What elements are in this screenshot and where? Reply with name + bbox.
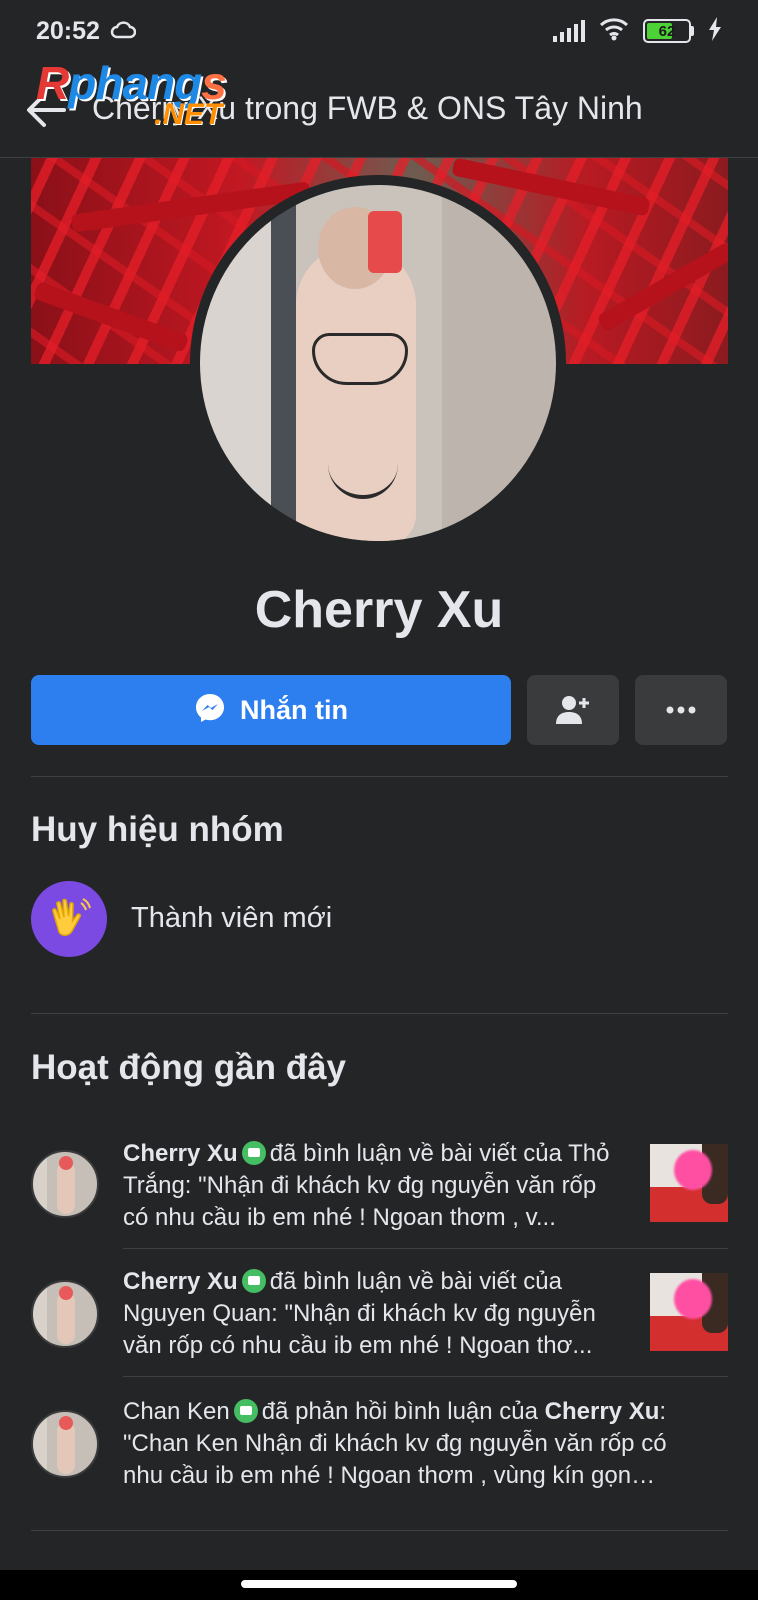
message-button[interactable]: Nhắn tin: [31, 675, 511, 745]
charging-icon: [708, 16, 722, 46]
activity-text: Cherry Xu đã bình luận về bài viết của Ng…: [123, 1266, 623, 1362]
battery-icon: 62: [643, 19, 694, 43]
activity-actor: Cherry Xu: [123, 1268, 238, 1295]
activity-section-title: Hoạt động gần đây: [31, 1048, 346, 1087]
post-thumbnail[interactable]: [650, 1273, 728, 1351]
post-thumbnail[interactable]: [650, 1144, 728, 1222]
divider: [31, 1013, 728, 1014]
messenger-icon: [194, 692, 226, 729]
signal-icon: [553, 20, 585, 42]
activity-target: Cherry Xu: [544, 1398, 660, 1425]
activity-avatar[interactable]: [31, 1280, 99, 1348]
activity-avatar[interactable]: [31, 1410, 99, 1478]
profile-name: Cherry Xu: [254, 581, 504, 639]
activity-actor: Cherry Xu: [123, 1140, 238, 1167]
divider: [123, 1248, 728, 1249]
activity-description: đã phản hồi bình luận của: [261, 1398, 538, 1425]
status-time: 20:52: [36, 16, 100, 45]
status-right: 62: [553, 16, 722, 46]
more-options-button[interactable]: [635, 675, 727, 745]
divider: [123, 1376, 728, 1377]
home-indicator[interactable]: [241, 1580, 517, 1588]
comment-icon: [241, 1141, 266, 1165]
divider: [31, 1530, 728, 1531]
badges-section-title: Huy hiệu nhóm: [31, 810, 284, 849]
status-left: 20:52: [36, 16, 137, 46]
activity-text: Chan Ken đã phản hồi bình luận của Cherry…: [123, 1396, 683, 1492]
divider: [31, 776, 728, 777]
comment-icon: [241, 1269, 266, 1293]
activity-text: Cherry Xu đã bình luận về bài viết của Th…: [123, 1138, 623, 1234]
badge-label: Thành viên mới: [131, 902, 333, 934]
status-bar: 20:52 62: [0, 0, 758, 62]
message-button-label: Nhắn tin: [240, 694, 348, 725]
watermark-logo: Rphangs .NET: [36, 57, 227, 131]
cloud-icon: [110, 17, 137, 46]
activity-actor: Chan Ken: [123, 1398, 230, 1425]
wifi-icon: [599, 17, 629, 46]
waving-hand-icon[interactable]: [31, 881, 107, 957]
battery-level: 62: [658, 22, 676, 40]
add-friend-icon: [556, 696, 589, 724]
more-icon: [666, 706, 696, 714]
add-friend-button[interactable]: [527, 675, 619, 745]
activity-avatar[interactable]: [31, 1150, 99, 1218]
profile-avatar[interactable]: [200, 185, 556, 541]
comment-icon: [233, 1399, 258, 1423]
